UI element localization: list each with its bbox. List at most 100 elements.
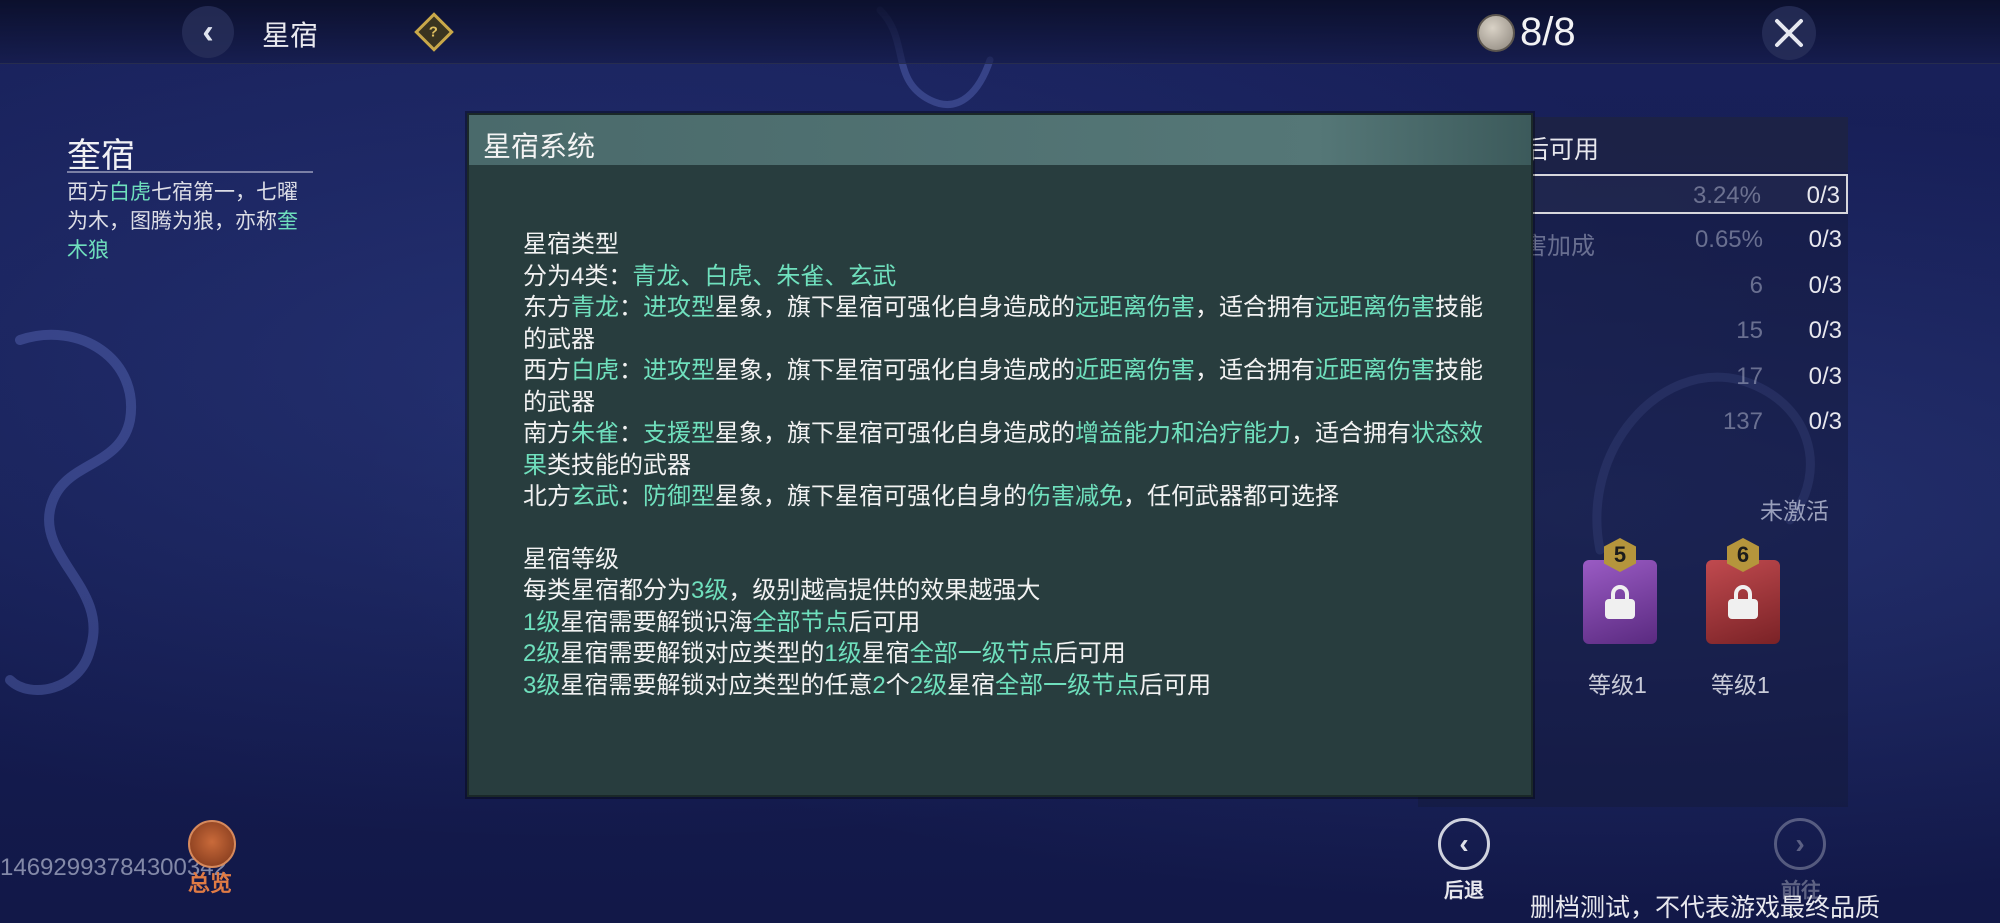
highlight-segment: 进攻型 [643,294,715,321]
highlight-segment: 支援型 [643,420,715,447]
highlight-segment: 白虎 [571,357,619,384]
text-segment: ，适合拥有 [1195,357,1315,384]
highlight-segment: 2级 [909,671,948,699]
constellation-description: 西方白虎七宿第一，七曜为木，图腾为狼，亦称奎木狼 [67,178,317,265]
text-segment: 分为4类： [523,262,633,290]
rich-line: 每类星宿都分为3级，级别越高提供的效果越强大 [523,575,1503,607]
stat-value: 0.65% [1694,226,1763,253]
lock-icon [1605,585,1635,619]
close-x-icon[interactable] [1762,6,1816,60]
rich-line: 2级星宿需要解锁对应类型的1级星宿全部一级节点后可用 [523,638,1503,670]
text-segment: 星宿 [947,671,996,699]
highlight-segment: 1级 [523,608,561,636]
back-arrow-icon[interactable]: ‹ [182,6,234,58]
text-segment: 星宿需要解锁识海 [560,608,753,636]
rich-line: 1级星宿需要解锁识海全部节点后可用 [523,607,1503,639]
stat-value: 137 [1722,408,1763,435]
page-title: 星宿 [262,20,319,51]
text-segment: 星宿需要解锁对应类型的 [560,640,825,667]
stat-count: 0/3 [1808,317,1842,344]
text-segment: ： [619,483,643,510]
text-segment: ： [619,294,643,321]
gem-level-label: 等级1 [1711,672,1770,698]
gem-body [1706,560,1780,644]
divider [67,171,313,173]
overview-button-label[interactable]: 总览 [188,866,232,898]
rich-line: 东方青龙：进攻型星象，旗下星宿可强化自身造成的远距离伤害，适合拥有远距离伤害技能… [523,292,1503,355]
text-segment: 每类星宿都分为 [523,577,691,604]
text-segment: 星象，旗下星宿可强化自身造成的 [715,294,1075,321]
modal-title: 星宿系统 [483,131,596,162]
constellation-name: 奎宿 [67,137,135,175]
currency-count: 8/8 [1520,10,1576,54]
text-segment: 类技能的武器 [547,451,691,479]
text-segment: 北方 [523,483,571,510]
back-nav-icon[interactable]: ‹ [1438,818,1490,870]
stat-count: 0/3 [1806,182,1840,209]
text-segment: 星象，旗下星宿可强化自身造成的 [715,420,1075,447]
stat-count: 0/3 [1808,272,1842,299]
modal-header: 星宿系统 [469,115,1531,165]
rich-line: 北方玄武：防御型星象，旗下星宿可强化自身的伤害减免，任何武器都可选择 [523,481,1503,513]
highlight-segment: 伤害减免 [1027,483,1123,510]
overview-icon[interactable] [188,820,236,868]
highlight-segment: 朱雀 [571,420,619,447]
stat-count: 0/3 [1808,363,1842,390]
text-segment: 星宿需要解锁对应类型的任意 [560,671,873,699]
desc-highlight: 白虎 [109,181,151,204]
text-segment: 星象，旗下星宿可强化自身的 [715,483,1027,510]
section-title: 星宿等级 [523,545,619,573]
highlight-segment: 3级 [691,577,729,604]
highlight-segment: 全部节点 [752,608,849,636]
rich-line: 南方朱雀：支援型星象，旗下星宿可强化自身造成的增益能力和治疗能力，适合拥有状态效… [523,418,1503,481]
highlight-segment: 进攻型 [643,357,715,384]
highlight-segment: 全部一级节点 [909,640,1054,667]
star-node-6[interactable]: 6 [1698,538,1788,646]
highlight-segment: 增益能力和治疗能力 [1075,420,1291,447]
highlight-segment: 3级 [523,671,561,699]
highlight-segment: 远距离伤害 [1315,294,1435,321]
gem-level-label: 等级1 [1588,672,1647,698]
highlight-segment: 青龙、白虎、朱雀、玄武 [632,262,897,290]
stat-value: 3.24% [1692,182,1761,209]
text-segment: ： [619,357,643,384]
info-modal: 星宿系统 星宿类型 分为4类：青龙、白虎、朱雀、玄武 东方青龙：进攻型星象，旗下… [467,113,1533,797]
highlight-segment: 全部一级节点 [995,671,1140,699]
stat-value: 17 [1736,363,1763,390]
stat-count: 0/3 [1808,408,1842,435]
rich-line: 3级星宿需要解锁对应类型的任意2个2级星宿全部一级节点后可用 [523,670,1503,702]
text-segment: ，任何武器都可选择 [1123,483,1339,510]
lock-icon [1728,585,1758,619]
text-segment: 星象，旗下星宿可强化自身造成的 [715,357,1075,384]
highlight-segment: 青龙 [571,294,619,321]
attribute-panel-title: 后可用 [1524,136,1600,164]
section-title: 星宿类型 [523,231,619,258]
text-segment: 南方 [523,420,571,447]
stat-label: 害加成 [1523,233,1595,260]
text-segment: 西方 [523,357,571,384]
highlight-segment: 近距离伤害 [1075,357,1195,384]
text-segment: ： [619,420,643,447]
text-segment: ，适合拥有 [1195,294,1315,321]
stat-value: 6 [1749,272,1763,299]
modal-body: 星宿类型 分为4类：青龙、白虎、朱雀、玄武 东方青龙：进攻型星象，旗下星宿可强化… [523,229,1503,701]
back-nav-label[interactable]: 后退 [1444,874,1484,903]
rich-line: 西方白虎：进攻型星象，旗下星宿可强化自身造成的近距离伤害，适合拥有近距离伤害技能… [523,355,1503,418]
highlight-segment: 2级 [523,640,561,667]
stat-value: 15 [1736,317,1763,344]
highlight-segment: 玄武 [571,483,619,510]
text-segment: ，级别越高提供的效果越强大 [728,577,1041,604]
forward-nav-icon[interactable]: › [1774,818,1826,870]
highlight-segment: 远距离伤害 [1075,294,1195,321]
highlight-segment: 防御型 [643,483,715,510]
test-disclaimer: 删档测试，不代表游戏最终品质 [1530,894,1881,922]
highlight-segment: 近距离伤害 [1315,357,1435,384]
text-segment: 个 [885,671,910,699]
text-segment: 东方 [523,294,571,321]
gem-body [1583,560,1657,644]
star-node-5[interactable]: 5 [1575,538,1665,646]
stat-count: 0/3 [1808,226,1842,253]
text-segment: 后可用 [848,608,921,636]
desc-text: 西方 [67,181,109,204]
